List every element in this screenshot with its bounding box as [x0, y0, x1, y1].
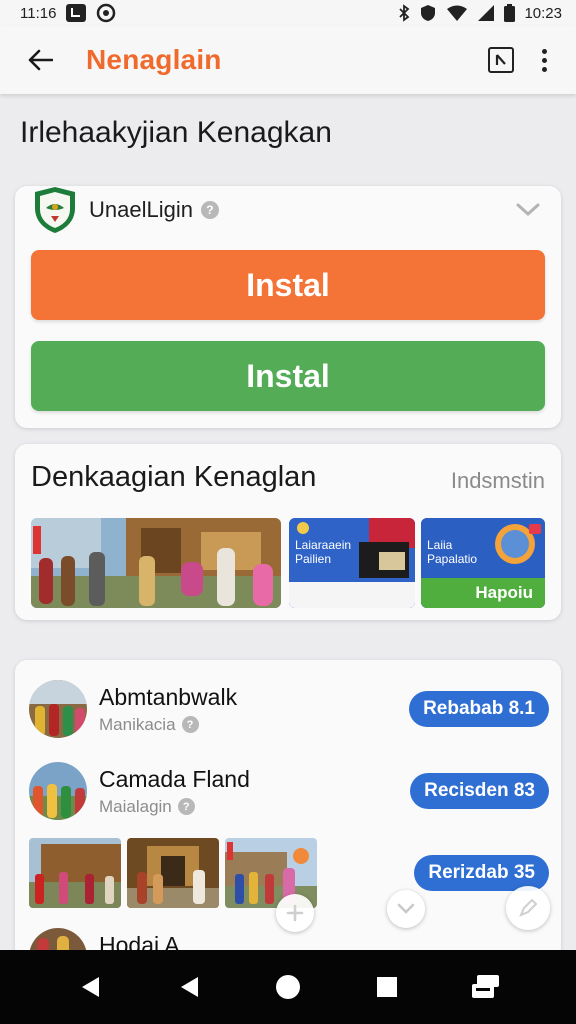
app-row[interactable]: UnaelLigin ? [33, 186, 543, 234]
app-name: UnaelLigin [89, 197, 193, 222]
media-thumbnail-photo[interactable] [31, 518, 281, 608]
sync-circle-icon [96, 3, 116, 23]
chevron-down-icon [397, 903, 415, 914]
info-icon: ? [181, 716, 199, 733]
list-item[interactable]: Camada Fland Maialagin? Recisden 83 [29, 756, 549, 826]
system-navigation-bar [0, 950, 576, 1024]
section-see-more-link[interactable]: Indsmstin [451, 468, 545, 494]
dot-icon [541, 48, 547, 54]
promo-footer-label: Hapoiu [421, 578, 545, 608]
signal-icon [477, 5, 495, 21]
app-title: Nenaglain [86, 44, 222, 75]
media-thumbnail-promo-2[interactable]: Laiia Papalatio Hapoiu [421, 518, 545, 608]
nav-back-secondary-button[interactable] [169, 967, 209, 1007]
app-switch-icon [472, 975, 500, 998]
app-bar: Nenaglain [0, 26, 576, 94]
dot-icon [541, 57, 547, 63]
app-install-card: UnaelLigin ? Instal Instal [15, 186, 561, 428]
chevron-down-icon [516, 203, 540, 217]
list-item-title: Camada Fland [99, 765, 250, 792]
check-button[interactable] [387, 890, 425, 928]
add-button[interactable] [276, 894, 314, 932]
wifi-icon [446, 5, 468, 21]
list-item-subtitle: Manikacia [99, 714, 176, 734]
list-item-subtitle: Maialagin [99, 796, 172, 816]
more-options-button[interactable] [534, 45, 554, 75]
pencil-icon [519, 898, 538, 917]
promo-text: Laiia Papalatio [427, 538, 478, 566]
nav-recents-button[interactable] [367, 967, 407, 1007]
list-item-action-pill[interactable]: Recisden 83 [410, 773, 549, 809]
arrow-left-icon [28, 49, 53, 71]
nav-switch-button[interactable] [466, 967, 506, 1007]
shield-status-icon [419, 4, 437, 22]
bluetooth-icon [398, 4, 410, 22]
edit-button[interactable] [506, 886, 550, 930]
external-link-icon [495, 54, 506, 65]
info-icon: ? [177, 798, 195, 815]
gallery-photo[interactable] [29, 838, 121, 908]
nav-back-button[interactable] [70, 967, 110, 1007]
plus-icon [286, 904, 304, 922]
status-time-left: 11:16 [20, 4, 57, 22]
square-recents-icon [377, 977, 398, 997]
nav-home-button[interactable] [268, 967, 308, 1007]
status-time-right: 10:23 [524, 4, 562, 22]
install-button-primary[interactable]: Instal [31, 250, 545, 320]
list-item-action-pill[interactable]: Rebabab 8.1 [409, 691, 549, 727]
battery-icon [504, 4, 516, 22]
triangle-back-icon [81, 977, 99, 997]
circle-home-icon [275, 975, 300, 999]
section-title: Denkaagian Kenaglan [31, 461, 317, 493]
install-button-secondary[interactable]: Instal [31, 341, 545, 411]
status-bar: 11:16 10:23 [0, 0, 576, 26]
open-external-button[interactable] [488, 47, 514, 73]
back-button[interactable] [10, 30, 70, 90]
media-section-card: Denkaagian Kenaglan Indsmstin Laiaraaein… [15, 444, 561, 620]
village-gathering-image [31, 518, 281, 608]
promo-footer [289, 582, 415, 608]
gallery-photo[interactable] [127, 838, 219, 908]
avatar [29, 762, 87, 820]
dot-icon [541, 66, 547, 72]
list-item[interactable]: Abmtanbwalk Manikacia? Rebabab 8.1 [29, 674, 549, 744]
promo-text: Laiaraaein Pailien [295, 538, 352, 566]
media-thumbnail-promo-1[interactable]: Laiaraaein Pailien [289, 518, 415, 608]
verified-info-icon: ? [200, 201, 219, 219]
notification-app-icon [66, 4, 87, 22]
list-item-title: Abmtanbwalk [99, 683, 238, 710]
triangle-back-icon [180, 977, 198, 997]
page-heading: Irlehaakyjian Kenagkan [20, 116, 332, 149]
app-shield-logo-icon [35, 187, 75, 233]
avatar [29, 680, 87, 738]
